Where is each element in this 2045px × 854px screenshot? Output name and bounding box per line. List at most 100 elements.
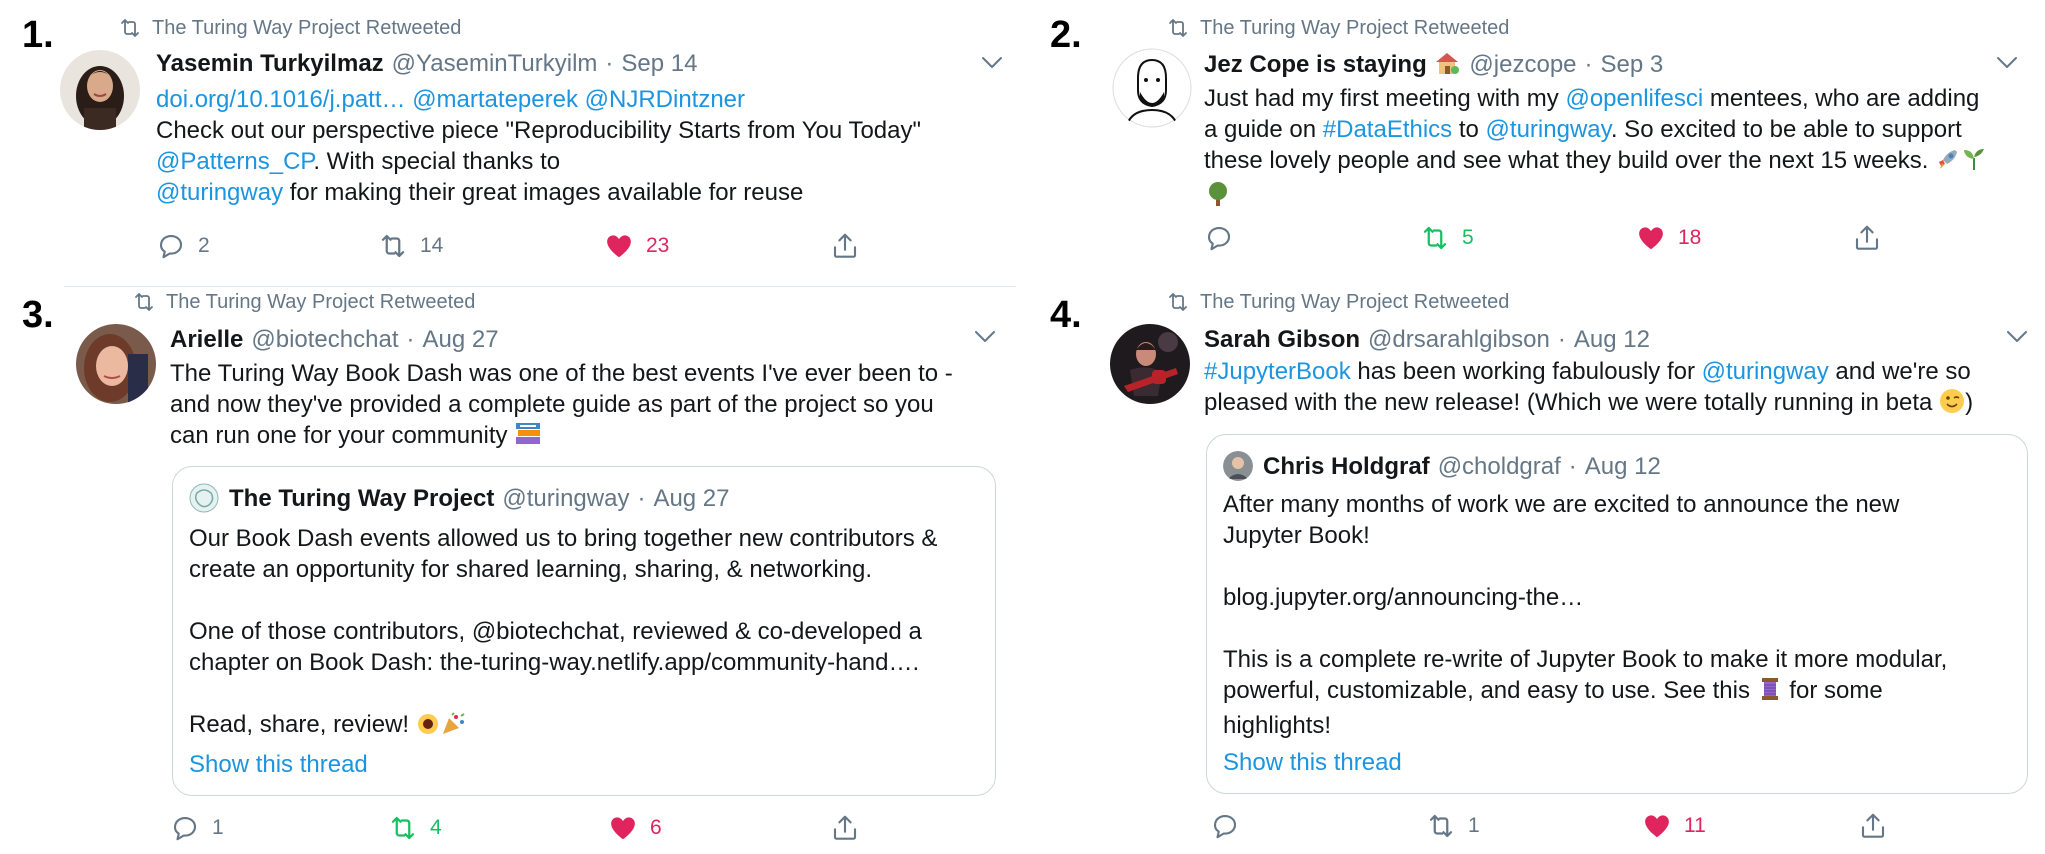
quote-line: blog.jupyter.org/announcing-the…: [1223, 584, 1584, 611]
rocket-emoji-icon: [1935, 146, 1961, 180]
tweet-date[interactable]: Aug 12: [1574, 326, 1650, 354]
author-name[interactable]: Yasemin Turkyilmaz: [156, 50, 384, 78]
like-count: 23: [646, 234, 670, 257]
tweet-panel-3: 3. The Turing Way Project Retweeted Arie…: [0, 290, 1020, 854]
retweet-button[interactable]: 14: [378, 228, 443, 264]
share-button[interactable]: [1858, 808, 1888, 844]
quote-line-blank: [189, 585, 989, 616]
retweet-button[interactable]: 4: [388, 810, 442, 846]
share-button[interactable]: [830, 810, 860, 846]
mention-link[interactable]: @Patterns_CP: [156, 148, 313, 175]
like-button[interactable]: 6: [608, 810, 662, 846]
house-emoji-icon: [1433, 50, 1461, 83]
books-emoji-icon: [514, 421, 542, 455]
retweet-button[interactable]: 1: [1426, 808, 1480, 844]
caret-down-icon[interactable]: [974, 330, 996, 344]
tweet-text: doi.org/10.1016/j.patt… @martateperek @N…: [156, 84, 1016, 208]
tweet-header: Jez Cope is staying @jezcope · Sep 3: [1204, 50, 1663, 83]
mention-link[interactable]: @turingway: [156, 179, 283, 206]
retweet-count: 1: [1468, 814, 1480, 837]
doi-link[interactable]: doi.org/10.1016/j.patt…: [156, 86, 406, 113]
tweet-header: Sarah Gibson @drsarahlgibson · Aug 12: [1204, 326, 1650, 354]
author-handle[interactable]: @biotechchat: [251, 326, 398, 354]
text-line: The Turing Way Book Dash was one of the …: [170, 360, 953, 387]
quoted-tweet[interactable]: The Turing Way Project @turingway · Aug …: [172, 466, 996, 796]
text-fragment: Just had my first meeting with my: [1204, 85, 1566, 112]
show-thread-link[interactable]: Show this thread: [1223, 749, 1402, 777]
hashtag-link[interactable]: #DataEthics: [1323, 116, 1452, 143]
reply-icon: [156, 231, 186, 261]
author-name[interactable]: Sarah Gibson: [1204, 326, 1360, 354]
tweet-actions: 5 18: [1204, 220, 1924, 256]
separator-dot: ·: [406, 326, 415, 353]
quote-author-handle: @turingway: [502, 485, 630, 512]
author-handle[interactable]: @jezcope: [1469, 51, 1576, 79]
retweet-icon: [1166, 290, 1190, 314]
avatar[interactable]: [1110, 324, 1190, 404]
reply-button[interactable]: [1204, 220, 1234, 256]
reply-button[interactable]: 1: [170, 810, 224, 846]
quote-line: chapter on Book Dash: the-turing-way.net…: [189, 649, 920, 676]
text-fragment: mentees, who are adding: [1703, 85, 1980, 112]
heart-icon: [1636, 223, 1666, 253]
quote-line: highlights!: [1223, 712, 1332, 739]
like-button[interactable]: 23: [604, 228, 669, 264]
retweet-icon: [132, 290, 156, 314]
avatar[interactable]: [1112, 48, 1192, 128]
text-fragment: ): [1965, 389, 1974, 416]
retweeted-by[interactable]: The Turing Way Project Retweeted: [1166, 290, 1509, 314]
retweeted-by[interactable]: The Turing Way Project Retweeted: [132, 290, 475, 314]
reply-button[interactable]: 2: [156, 228, 210, 264]
separator-dot: ·: [637, 485, 646, 512]
quoted-tweet[interactable]: Chris Holdgraf @choldgraf · Aug 12 After…: [1206, 434, 2028, 794]
like-button[interactable]: 11: [1642, 808, 1706, 844]
caret-down-icon[interactable]: [1996, 56, 2018, 70]
share-icon: [1852, 223, 1882, 253]
sunflower-emoji-icon: [416, 712, 440, 744]
mention-link[interactable]: @NJRDintzner: [585, 86, 745, 113]
like-button[interactable]: 18: [1636, 220, 1701, 256]
author-handle[interactable]: @drsarahlgibson: [1368, 326, 1550, 354]
party-popper-emoji-icon: [440, 712, 466, 744]
reply-button[interactable]: [1210, 808, 1240, 844]
quote-text: Our Book Dash events allowed us to bring…: [189, 523, 989, 744]
quote-line-suffix: for some: [1782, 677, 1883, 704]
tweet-date[interactable]: Sep 3: [1601, 51, 1664, 79]
quote-date: Aug 27: [653, 485, 730, 512]
author-handle[interactable]: @YaseminTurkyilm: [392, 50, 598, 78]
tweet-date[interactable]: Aug 27: [423, 326, 499, 354]
tweet-date[interactable]: Sep 14: [621, 50, 697, 78]
show-thread-link[interactable]: Show this thread: [189, 751, 368, 779]
mention-link[interactable]: @turingway: [1486, 116, 1611, 143]
caret-down-icon[interactable]: [2006, 330, 2028, 344]
quote-line: This is a complete re-write of Jupyter B…: [1223, 646, 1948, 673]
author-name[interactable]: Jez Cope is staying: [1204, 50, 1461, 83]
avatar[interactable]: [60, 50, 140, 130]
text-fragment: and we're so: [1828, 358, 1971, 385]
mention-link[interactable]: @martateperek: [412, 86, 578, 113]
separator-dot: ·: [1584, 51, 1593, 78]
retweeted-by[interactable]: The Turing Way Project Retweeted: [1166, 16, 1509, 40]
panel-number: 2.: [1050, 14, 1082, 56]
share-button[interactable]: [830, 228, 860, 264]
retweeted-by[interactable]: The Turing Way Project Retweeted: [118, 16, 461, 40]
hashtag-link[interactable]: #JupyterBook: [1204, 358, 1351, 385]
tweet-actions: 1 4 6: [170, 810, 870, 846]
mention-link[interactable]: @openlifesci: [1565, 85, 1703, 112]
reply-icon: [170, 813, 200, 843]
share-button[interactable]: [1852, 220, 1882, 256]
quote-line: Read, share, review!: [189, 711, 410, 738]
text-fragment: these lovely people and see what they bu…: [1204, 147, 1929, 174]
author-name[interactable]: Arielle: [170, 326, 243, 354]
tweet-actions: 1 11: [1210, 808, 1930, 844]
text-fragment: . With special thanks to: [313, 148, 561, 175]
retweet-button[interactable]: 5: [1420, 220, 1474, 256]
like-count: 6: [650, 816, 662, 839]
caret-down-icon[interactable]: [981, 56, 1003, 70]
quote-author-handle: @choldgraf: [1437, 453, 1561, 480]
quote-line: One of those contributors, @biotechchat,…: [189, 618, 922, 645]
quote-line-blank: [1223, 551, 2023, 582]
share-icon: [1858, 811, 1888, 841]
mention-link[interactable]: @turingway: [1702, 358, 1829, 385]
avatar[interactable]: [76, 324, 156, 404]
